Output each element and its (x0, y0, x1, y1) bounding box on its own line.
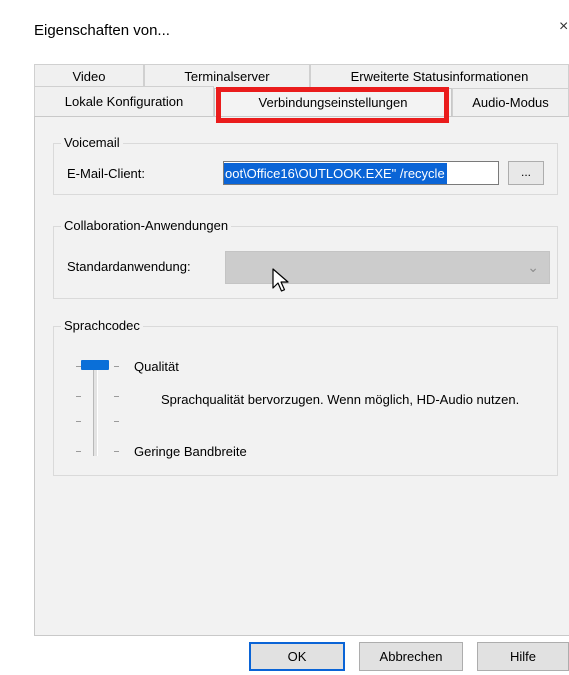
quality-label: Qualität (134, 359, 179, 374)
browse-button[interactable]: ... (508, 161, 544, 185)
tab-audio-modus[interactable]: Audio-Modus (452, 88, 569, 116)
slider-tick (76, 421, 81, 422)
slider-tick (114, 421, 119, 422)
email-client-label: E-Mail-Client: (67, 166, 146, 181)
email-client-input[interactable]: oot\Office16\OUTLOOK.EXE" /recycle (223, 161, 499, 185)
help-button[interactable]: Hilfe (477, 642, 569, 671)
slider-tick (76, 366, 81, 367)
ok-button[interactable]: OK (249, 642, 345, 671)
quality-slider[interactable] (93, 365, 98, 456)
low-bandwidth-label: Geringe Bandbreite (134, 444, 247, 459)
collaboration-legend: Collaboration-Anwendungen (61, 218, 232, 233)
codec-description: Sprachqualität bervorzugen. Wenn möglich… (161, 392, 520, 407)
quality-slider-thumb[interactable] (81, 360, 109, 370)
tab-erweiterte-statusinformationen[interactable]: Erweiterte Statusinformationen (310, 64, 569, 88)
voicemail-legend: Voicemail (61, 135, 123, 150)
slider-tick (76, 451, 81, 452)
standardanwendung-label: Standardanwendung: (67, 259, 191, 274)
tab-video[interactable]: Video (34, 64, 144, 88)
tab-lokale-konfiguration[interactable]: Lokale Konfiguration (34, 86, 214, 116)
slider-tick (114, 366, 119, 367)
chevron-down-icon: ⌄ (527, 259, 539, 275)
tab-terminalserver[interactable]: Terminalserver (144, 64, 310, 88)
slider-tick (76, 396, 81, 397)
email-client-value: oot\Office16\OUTLOOK.EXE" /recycle (224, 163, 447, 184)
highlight-box (216, 87, 449, 123)
slider-tick (114, 396, 119, 397)
sprachcodec-legend: Sprachcodec (61, 318, 143, 333)
slider-tick (114, 451, 119, 452)
cancel-button[interactable]: Abbrechen (359, 642, 463, 671)
mouse-cursor-icon (272, 268, 289, 292)
window-title: Eigenschaften von... (34, 22, 170, 39)
close-icon[interactable]: × (559, 18, 568, 36)
